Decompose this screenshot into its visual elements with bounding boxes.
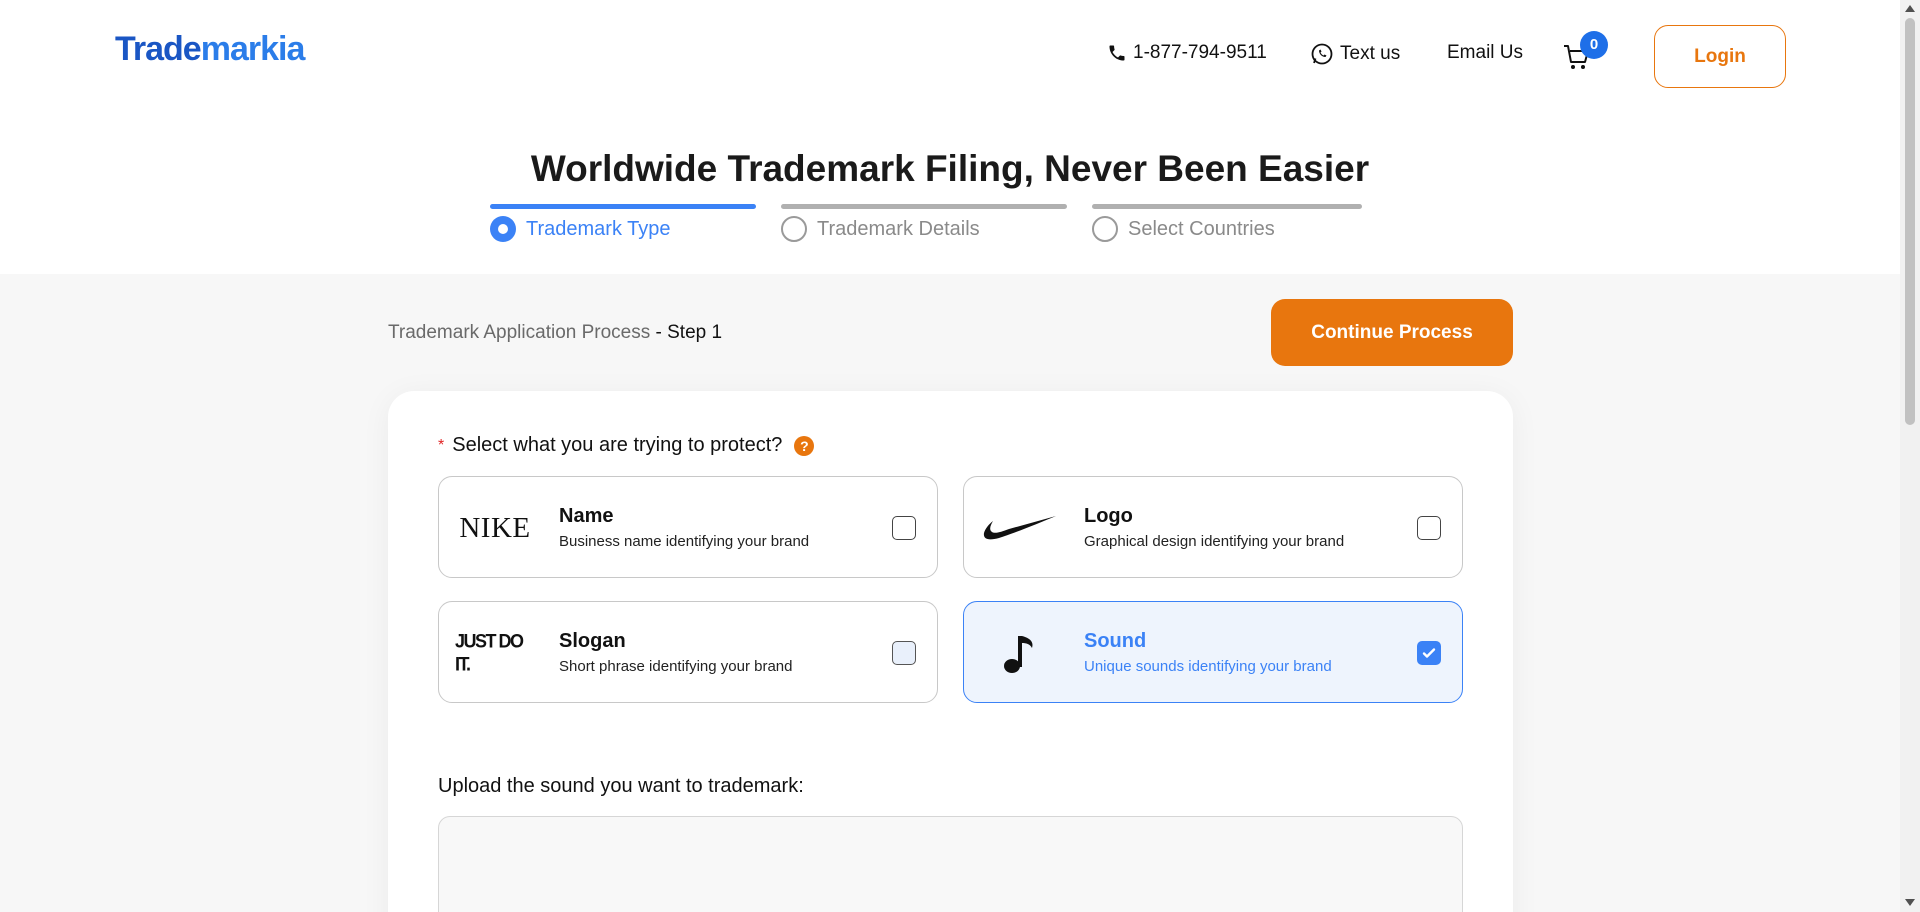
option-title: Slogan xyxy=(559,630,626,652)
scroll-down-arrow-icon[interactable] xyxy=(1905,899,1915,906)
option-logo[interactable]: Logo Graphical design identifying your b… xyxy=(963,476,1463,578)
step-label: Select Countries xyxy=(1128,217,1275,240)
option-sound[interactable]: Sound Unique sounds identifying your bra… xyxy=(963,601,1463,703)
step-progress-bar-1 xyxy=(490,204,756,209)
phone-link[interactable]: 1-877-794-9511 xyxy=(1107,42,1267,64)
scrollbar-thumb[interactable] xyxy=(1905,18,1915,425)
just-do-it-slogan-image: JUST DO IT. xyxy=(455,629,524,675)
login-button[interactable]: Login xyxy=(1654,25,1786,88)
logo-text-part2: markia xyxy=(200,30,306,68)
option-description: Business name identifying your brand xyxy=(559,533,810,550)
help-icon[interactable]: ? xyxy=(794,435,815,456)
option-title: Logo xyxy=(1084,505,1133,527)
step-radio-active-icon xyxy=(490,216,516,242)
step-radio-icon xyxy=(1092,216,1118,242)
nike-wordmark-image: NIKE xyxy=(459,511,531,544)
phone-icon xyxy=(1107,42,1127,64)
nike-swoosh-logo-icon xyxy=(980,501,1060,555)
sound-upload-dropzone[interactable] xyxy=(438,816,1463,912)
cart-count-badge: 0 xyxy=(1580,31,1608,59)
protect-question: * Select what you are trying to protect?… xyxy=(438,434,815,457)
option-title: Name xyxy=(559,505,614,527)
email-us-link[interactable]: Email Us xyxy=(1447,42,1523,64)
breadcrumb-step: - Step 1 xyxy=(655,322,723,343)
option-checkbox-checked[interactable] xyxy=(1417,641,1441,665)
logo-text-part1: Trade xyxy=(115,30,202,68)
step-progress-bar-3 xyxy=(1092,204,1362,209)
breadcrumb: Trademark Application Process - Step 1 xyxy=(388,322,722,344)
option-description: Short phrase identifying your brand xyxy=(559,658,793,675)
option-checkbox[interactable] xyxy=(1417,516,1441,540)
text-us-link[interactable]: Text us xyxy=(1310,42,1400,66)
option-description: Graphical design identifying your brand xyxy=(1084,533,1345,550)
step-label: Trademark Type xyxy=(526,217,671,240)
page-title: Worldwide Trademark Filing, Never Been E… xyxy=(530,148,1370,189)
phone-number: 1-877-794-9511 xyxy=(1133,42,1267,63)
question-text: Select what you are trying to protect? xyxy=(452,434,783,456)
option-slogan[interactable]: JUST DO IT. Slogan Short phrase identify… xyxy=(438,601,938,703)
step-radio-icon xyxy=(781,216,807,242)
option-title: Sound xyxy=(1084,630,1147,652)
required-asterisk: * xyxy=(438,436,445,454)
music-note-icon xyxy=(980,626,1060,680)
trademarkia-logo[interactable]: Trademarkia xyxy=(115,30,306,69)
step-trademark-type[interactable]: Trademark Type xyxy=(490,216,671,242)
step-select-countries[interactable]: Select Countries xyxy=(1092,216,1275,242)
upload-label: Upload the sound you want to trademark: xyxy=(438,775,804,797)
text-us-label: Text us xyxy=(1340,43,1401,64)
scroll-up-arrow-icon[interactable] xyxy=(1905,5,1915,12)
whatsapp-icon xyxy=(1310,42,1334,66)
option-checkbox[interactable] xyxy=(892,516,916,540)
checkmark-icon xyxy=(1422,648,1436,658)
email-us-label: Email Us xyxy=(1447,42,1524,63)
step-trademark-details[interactable]: Trademark Details xyxy=(781,216,980,242)
step-progress-bar-2 xyxy=(781,204,1067,209)
step-label: Trademark Details xyxy=(817,217,980,240)
breadcrumb-text: Trademark Application Process xyxy=(388,322,651,343)
option-checkbox[interactable] xyxy=(892,641,916,665)
option-name[interactable]: NIKE Name Business name identifying your… xyxy=(438,476,938,578)
option-description: Unique sounds identifying your brand xyxy=(1084,658,1332,675)
continue-process-button[interactable]: Continue Process xyxy=(1271,299,1513,366)
